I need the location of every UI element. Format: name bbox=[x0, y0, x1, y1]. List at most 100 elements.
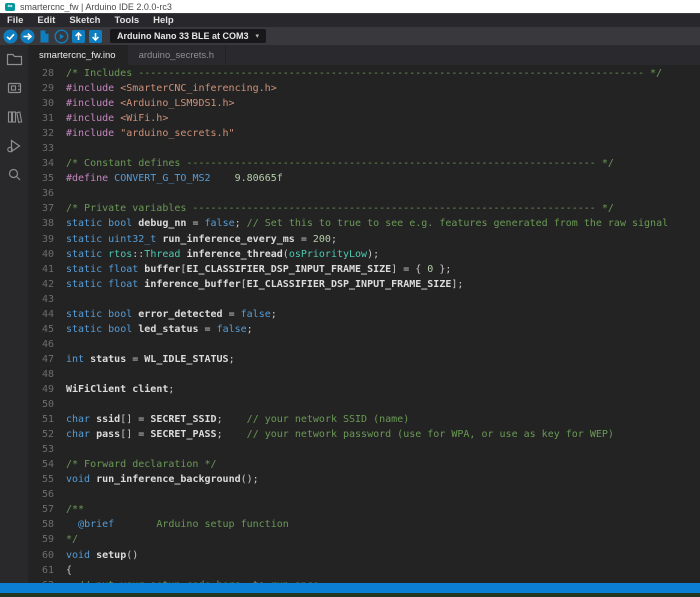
line-number: 28 bbox=[28, 66, 54, 81]
save-button[interactable] bbox=[87, 28, 103, 44]
code-text: static rtos::Thread inference_thread(osP… bbox=[66, 247, 379, 262]
code-text: /* Includes ----------------------------… bbox=[66, 66, 662, 81]
tab-smartercnc_fw.ino[interactable]: smartercnc_fw.ino bbox=[28, 45, 128, 65]
code-line[interactable]: 34/* Constant defines ------------------… bbox=[28, 156, 700, 171]
code-line[interactable]: 59*/ bbox=[28, 532, 700, 547]
code-text: int status = WL_IDLE_STATUS; bbox=[66, 352, 235, 367]
code-line[interactable]: 60void setup() bbox=[28, 548, 700, 563]
code-line[interactable]: 54/* Forward declaration */ bbox=[28, 457, 700, 472]
tab-arduino_secrets.h[interactable]: arduino_secrets.h bbox=[128, 45, 227, 65]
menu-help[interactable]: Help bbox=[153, 15, 174, 26]
code-line[interactable]: 36 bbox=[28, 186, 700, 201]
code-line[interactable]: 47 int status = WL_IDLE_STATUS; bbox=[28, 352, 700, 367]
code-line[interactable]: 40static rtos::Thread inference_thread(o… bbox=[28, 247, 700, 262]
code-line[interactable]: 57/** bbox=[28, 502, 700, 517]
line-number: 29 bbox=[28, 81, 54, 96]
code-line[interactable]: 28 /* Includes --------------------------… bbox=[28, 66, 700, 81]
activity-sidebar bbox=[0, 45, 28, 583]
line-number: 51 bbox=[28, 412, 54, 427]
code-line[interactable]: 33 bbox=[28, 141, 700, 156]
sidebar-item-library-manager[interactable] bbox=[5, 108, 23, 126]
code-line[interactable]: 61{ bbox=[28, 563, 700, 578]
line-number: 60 bbox=[28, 548, 54, 563]
code-editor[interactable]: 28 /* Includes --------------------------… bbox=[28, 65, 700, 583]
line-number: 47 bbox=[28, 352, 54, 367]
code-line[interactable]: 51 char ssid[] = SECRET_SSID; // your net… bbox=[28, 412, 700, 427]
code-text: char ssid[] = SECRET_SSID; // your netwo… bbox=[66, 412, 409, 427]
tab-bar: smartercnc_fw.inoarduino_secrets.h bbox=[28, 45, 700, 65]
code-line[interactable]: 31#include <WiFi.h> bbox=[28, 111, 700, 126]
code-line[interactable]: 48 bbox=[28, 367, 700, 382]
arduino-logo-icon: ∞ bbox=[5, 3, 15, 11]
code-line[interactable]: 50 bbox=[28, 397, 700, 412]
code-line[interactable]: 52char pass[] = SECRET_PASS; // your net… bbox=[28, 427, 700, 442]
menu-edit[interactable]: Edit bbox=[37, 15, 55, 26]
code-line[interactable]: 43 bbox=[28, 292, 700, 307]
code-line[interactable]: 42static float inference_buffer[EI_CLASS… bbox=[28, 277, 700, 292]
code-line[interactable]: 44static bool error_detected = false; bbox=[28, 307, 700, 322]
code-line[interactable]: 37/* Private variables -----------------… bbox=[28, 201, 700, 216]
arduino-ide-window: ∞ smartercnc_fw | Arduino IDE 2.0.0-rc3 … bbox=[0, 0, 700, 597]
line-number: 35 bbox=[28, 171, 54, 186]
line-number: 49 bbox=[28, 382, 54, 397]
menu-tools[interactable]: Tools bbox=[114, 15, 139, 26]
status-bar bbox=[0, 583, 700, 593]
title-bar: ∞ smartercnc_fw | Arduino IDE 2.0.0-rc3 bbox=[0, 0, 700, 13]
line-number: 43 bbox=[28, 292, 54, 307]
chip-icon bbox=[6, 80, 23, 96]
arrow-down-square-icon bbox=[88, 29, 103, 44]
sidebar-item-search[interactable] bbox=[5, 166, 23, 184]
line-number: 34 bbox=[28, 156, 54, 171]
line-number: 41 bbox=[28, 262, 54, 277]
code-text: #define CONVERT_G_TO_MS2 9.80665f bbox=[66, 171, 283, 186]
play-circle-icon bbox=[54, 29, 69, 44]
code-text: static uint32_t run_inference_every_ms =… bbox=[66, 232, 337, 247]
board-selector-dropdown[interactable]: Arduino Nano 33 BLE at COM3 ▾ bbox=[110, 29, 266, 43]
code-text: #include <SmarterCNC_inferencing.h> bbox=[66, 81, 277, 96]
check-circle-icon bbox=[3, 29, 18, 44]
code-line[interactable]: 46 bbox=[28, 337, 700, 352]
sidebar-item-boards-manager[interactable] bbox=[5, 79, 23, 97]
code-line[interactable]: 29 #include <SmarterCNC_inferencing.h> bbox=[28, 81, 700, 96]
arrow-up-square-icon bbox=[71, 29, 86, 44]
line-number: 58 bbox=[28, 517, 54, 532]
code-line[interactable]: 49WiFiClient client; bbox=[28, 382, 700, 397]
sidebar-item-debug[interactable] bbox=[5, 137, 23, 155]
menu-file[interactable]: File bbox=[7, 15, 23, 26]
code-text: static float inference_buffer[EI_CLASSIF… bbox=[66, 277, 463, 292]
sidebar-item-sketchbook[interactable] bbox=[5, 50, 23, 68]
code-line[interactable]: 32#include "arduino_secrets.h" bbox=[28, 126, 700, 141]
verify-button[interactable] bbox=[2, 28, 18, 44]
code-line[interactable]: 41 static float buffer[EI_CLASSIFIER_DSP_… bbox=[28, 262, 700, 277]
code-line[interactable]: 56 bbox=[28, 487, 700, 502]
chevron-down-icon: ▾ bbox=[256, 32, 260, 40]
line-number: 37 bbox=[28, 201, 54, 216]
menu-sketch[interactable]: Sketch bbox=[69, 15, 100, 26]
code-line[interactable]: 53 bbox=[28, 442, 700, 457]
code-text: static bool led_status = false; bbox=[66, 322, 253, 337]
debug-play-icon bbox=[6, 138, 23, 154]
debug-button[interactable] bbox=[53, 28, 69, 44]
new-sketch-button[interactable] bbox=[36, 28, 52, 44]
code-line[interactable]: 58 @brief Arduino setup function bbox=[28, 517, 700, 532]
board-selector-label: Arduino Nano 33 BLE at COM3 bbox=[117, 31, 249, 41]
code-line[interactable]: 45static bool led_status = false; bbox=[28, 322, 700, 337]
code-text: static float buffer[EI_CLASSIFIER_DSP_IN… bbox=[66, 262, 451, 277]
code-line[interactable]: 38static bool debug_nn = false; // Set t… bbox=[28, 216, 700, 231]
upload-button[interactable] bbox=[19, 28, 35, 44]
line-number: 33 bbox=[28, 141, 54, 156]
code-line[interactable]: 35 #define CONVERT_G_TO_MS2 9.80665f bbox=[28, 171, 700, 186]
code-line[interactable]: 39static uint32_t run_inference_every_ms… bbox=[28, 232, 700, 247]
line-number: 56 bbox=[28, 487, 54, 502]
line-number: 53 bbox=[28, 442, 54, 457]
open-button[interactable] bbox=[70, 28, 86, 44]
code-line[interactable]: 55void run_inference_background(); bbox=[28, 472, 700, 487]
menu-bar: File Edit Sketch Tools Help bbox=[0, 13, 700, 27]
line-number: 55 bbox=[28, 472, 54, 487]
line-number: 30 bbox=[28, 96, 54, 111]
toolbar: Arduino Nano 33 BLE at COM3 ▾ bbox=[0, 27, 700, 45]
folder-icon bbox=[6, 51, 23, 67]
code-line[interactable]: 30#include <Arduino_LSM9DS1.h> bbox=[28, 96, 700, 111]
main-area: smartercnc_fw.inoarduino_secrets.h 28 /* … bbox=[0, 45, 700, 583]
line-number: 32 bbox=[28, 126, 54, 141]
